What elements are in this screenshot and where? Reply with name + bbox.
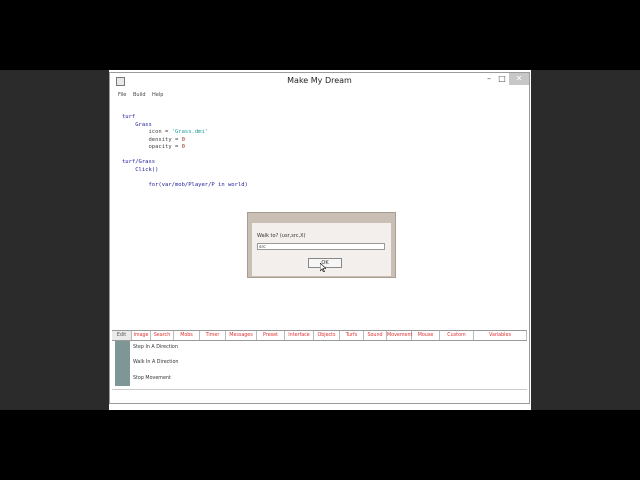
code-token: opacity = xyxy=(122,144,182,150)
code-token: Click() xyxy=(122,166,159,173)
video-letterbox-top xyxy=(0,0,640,70)
action-walk-in-a-direction[interactable]: Walk In A Direction xyxy=(133,360,178,365)
menu-bar: File Build Help xyxy=(110,90,529,100)
tab-mobs[interactable]: Mobs xyxy=(174,331,200,340)
code-token: 0 xyxy=(181,136,185,143)
mouse-cursor-icon xyxy=(320,263,326,272)
tab-edit[interactable]: Edit xyxy=(112,331,132,340)
tab-search[interactable]: Search xyxy=(151,331,174,340)
code-line: Grass xyxy=(122,122,152,130)
code-token: turf xyxy=(122,114,136,120)
code-line: for(var/mob/Player/P in world) xyxy=(122,181,248,190)
maximize-icon[interactable]: □ xyxy=(496,73,508,85)
video-letterbox-bottom xyxy=(0,410,640,480)
code-token: for(var/mob/Player/P in world) xyxy=(122,181,248,188)
close-icon[interactable]: ✕ xyxy=(509,73,529,85)
tab-variables[interactable]: Variables xyxy=(474,331,527,340)
code-line: turf/Grass xyxy=(122,159,155,167)
code-line: opacity = 0 xyxy=(122,144,185,152)
video-pillarbox-right xyxy=(531,70,640,410)
tab-objects[interactable]: Objects xyxy=(314,331,340,340)
tab-custom[interactable]: Custom xyxy=(440,331,474,340)
action-stop-movement[interactable]: Stop Movement xyxy=(133,376,171,381)
code-line: turf xyxy=(122,114,135,122)
window-title: Make My Dream xyxy=(287,76,352,85)
dialog-prompt: Walk to? (usr,src,X) xyxy=(257,233,306,239)
code-token: density = xyxy=(122,136,182,143)
action-panel-strip xyxy=(115,341,130,386)
code-token: turf/Grass xyxy=(122,159,156,165)
menu-item-help[interactable]: Help xyxy=(152,92,163,98)
tab-movement[interactable]: Movement xyxy=(387,331,412,340)
tab-turfs[interactable]: Turfs xyxy=(340,331,364,340)
tab-timer[interactable]: Timer xyxy=(200,331,226,340)
tab-mouse[interactable]: Mouse xyxy=(412,331,440,340)
tab-interface[interactable]: Interface xyxy=(285,331,314,340)
menu-item-build[interactable]: Build xyxy=(133,92,146,98)
menu-item-file[interactable]: File xyxy=(118,92,126,98)
title-bar: Make My Dream – □ ✕ xyxy=(110,73,529,89)
code-line: icon = 'Grass.dmi' xyxy=(122,129,208,137)
walk-to-input[interactable]: src xyxy=(257,243,385,250)
code-token: icon = xyxy=(122,129,172,135)
code-line: Click() xyxy=(122,167,158,175)
dialog-body: Walk to? (usr,src,X) src OK xyxy=(252,223,391,276)
tab-preset[interactable]: Preset xyxy=(257,331,285,340)
code-token: 'Grass.dmi' xyxy=(171,129,209,135)
tab-bar: Edit Image Search Mobs Timer Messages Preset In… xyxy=(112,330,527,341)
tab-sound[interactable]: Sound xyxy=(364,331,387,340)
action-step-in-a-direction[interactable]: Step In A Direction xyxy=(133,345,178,350)
tab-messages[interactable]: Messages xyxy=(226,331,257,340)
video-pillarbox-left xyxy=(0,70,109,410)
tab-image[interactable]: Image xyxy=(132,331,151,340)
input-dialog: Walk to? (usr,src,X) src OK xyxy=(247,212,396,278)
divider xyxy=(112,389,527,390)
code-line: density = 0 xyxy=(122,136,185,145)
code-token: 0 xyxy=(181,144,185,150)
minimize-icon[interactable]: – xyxy=(483,73,495,85)
code-token: Grass xyxy=(122,121,152,128)
